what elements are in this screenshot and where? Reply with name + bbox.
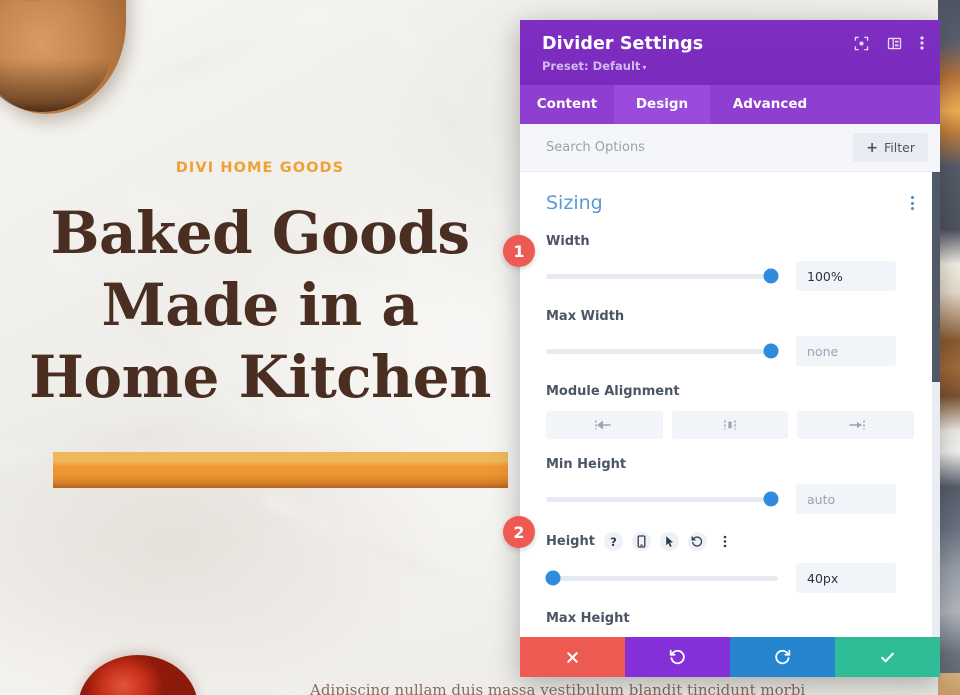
screenshot-root: DIVI HOME GOODS Baked Goods Made in a Ho… — [0, 0, 960, 695]
min-height-slider[interactable] — [546, 491, 779, 507]
slider-row: auto — [546, 484, 914, 514]
settings-body: Sizing Width 100% Max Width none Module … — [520, 172, 940, 637]
slider-row: 100% — [546, 261, 914, 291]
field-label: Module Alignment — [546, 384, 680, 399]
search-input[interactable] — [546, 140, 826, 155]
slider-knob[interactable] — [763, 343, 779, 359]
callout-badge-1: 1 — [503, 235, 535, 267]
divider-module-preview[interactable] — [53, 452, 508, 488]
panel-scrollbar-thumb[interactable] — [932, 172, 940, 382]
field-width: Width 100% — [546, 234, 914, 291]
sizing-section-header: Sizing — [546, 192, 914, 214]
redo-button[interactable] — [730, 637, 835, 677]
cancel-button[interactable] — [520, 637, 625, 677]
max-width-value-input[interactable]: none — [796, 336, 896, 366]
hero-title-line-2: Made in a — [101, 270, 419, 339]
max-width-slider[interactable] — [546, 343, 779, 359]
filter-button-label: Filter — [884, 140, 915, 155]
hero-section: DIVI HOME GOODS Baked Goods Made in a Ho… — [0, 160, 520, 414]
kebab-menu-icon[interactable] — [716, 532, 735, 551]
field-label-row: Min Height — [546, 457, 914, 472]
preset-selector[interactable]: Preset: Default ▾ — [542, 59, 922, 73]
field-label-row: Module Alignment — [546, 384, 914, 399]
slider-row: 40px — [545, 563, 914, 593]
field-label-row: Max Width — [546, 309, 914, 324]
slider-row: none — [546, 336, 914, 366]
align-right-button[interactable] — [797, 411, 915, 439]
tab-design[interactable]: Design — [614, 85, 710, 124]
min-height-value-input[interactable]: auto — [796, 484, 896, 514]
field-min-height: Min Height auto — [546, 457, 914, 514]
hover-cursor-icon[interactable] — [659, 532, 679, 551]
modal-footer — [520, 637, 940, 677]
align-center-button[interactable] — [671, 411, 789, 439]
section-title: Sizing — [546, 192, 603, 214]
slider-knob[interactable] — [763, 491, 779, 507]
hero-eyebrow: DIVI HOME GOODS — [175, 160, 345, 176]
undo-button[interactable] — [625, 637, 730, 677]
field-height: Height ? 40px — [545, 532, 914, 593]
width-value-input[interactable]: 100% — [796, 261, 896, 291]
callout-badge-2: 2 — [503, 516, 535, 548]
kebab-menu-icon[interactable] — [920, 35, 924, 51]
tab-advanced[interactable]: Advanced — [710, 85, 830, 124]
field-label: Max Width — [546, 309, 625, 324]
fullscreen-icon[interactable] — [854, 36, 869, 51]
food-photo-right-strip-bottom — [938, 673, 960, 695]
chevron-down-icon: ▾ — [642, 63, 647, 72]
field-label-row: Height ? — [546, 532, 914, 551]
reset-undo-icon[interactable] — [687, 532, 707, 551]
panel-scrollbar-track[interactable] — [932, 172, 940, 637]
slider-knob[interactable] — [763, 268, 779, 284]
field-label: Max Height — [546, 611, 630, 626]
divider-settings-modal: Divider Settings Preset: Default ▾ Conte… — [520, 20, 940, 677]
food-photo-right-strip — [938, 0, 960, 695]
field-label-row: Max Height — [546, 611, 914, 626]
height-slider[interactable] — [545, 570, 778, 586]
width-slider[interactable] — [546, 268, 779, 284]
filter-button[interactable]: + Filter — [853, 133, 928, 162]
slider-knob[interactable] — [545, 570, 561, 586]
hero-title-line-1: Baked Goods — [50, 199, 470, 267]
field-max-height: Max Height none — [546, 611, 914, 637]
field-max-width: Max Width none — [546, 309, 914, 366]
layout-view-icon[interactable] — [887, 36, 902, 51]
field-label: Width — [546, 234, 590, 249]
body-paragraph: Adipiscing nullam duis massa vestibulum … — [310, 681, 806, 695]
hero-title-line-3: Home Kitchen — [29, 342, 491, 411]
section-kebab-menu-icon[interactable] — [911, 196, 914, 210]
field-module-alignment: Module Alignment — [546, 384, 915, 439]
field-label: Min Height — [546, 457, 627, 472]
help-icon[interactable]: ? — [603, 532, 623, 551]
modal-header-icons — [854, 35, 924, 51]
modal-header: Divider Settings Preset: Default ▾ — [520, 20, 940, 85]
align-left-button[interactable] — [546, 411, 663, 439]
save-button[interactable] — [835, 637, 940, 677]
responsive-mobile-icon[interactable] — [631, 532, 651, 551]
plus-icon: + — [866, 139, 879, 156]
field-label-row: Width — [546, 234, 914, 249]
tab-content[interactable]: Content — [520, 85, 614, 124]
hero-title: Baked Goods Made in a Home Kitchen — [0, 198, 520, 414]
height-value-input[interactable]: 40px — [796, 563, 896, 593]
preset-label: Preset: Default — [542, 59, 641, 73]
field-label: Height — [546, 534, 595, 549]
modal-tabs: Content Design Advanced — [520, 85, 940, 124]
search-row: + Filter — [520, 124, 940, 172]
alignment-button-group — [546, 411, 915, 439]
